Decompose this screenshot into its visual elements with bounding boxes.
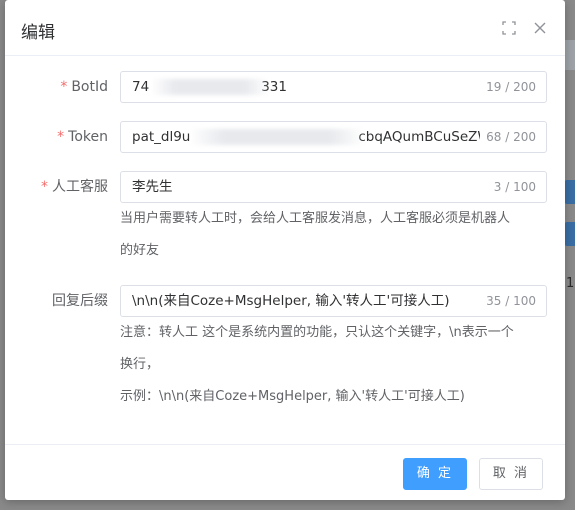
- agent-label: * 人工客服: [41, 179, 108, 195]
- suffix-char-count: 35 / 100: [482, 286, 536, 316]
- suffix-input[interactable]: \n\n(来自Coze+MsgHelper, 输入'转人工'可接人工) 35 /…: [120, 285, 547, 317]
- close-icon[interactable]: [533, 20, 547, 34]
- background-button-edge: [565, 180, 575, 204]
- botid-label: * BotId: [60, 79, 108, 95]
- botid-input[interactable]: 74 331 19 / 200: [120, 71, 547, 103]
- redaction-blur: [189, 129, 365, 145]
- suffix-hint-line: 换行，: [120, 357, 160, 372]
- agent-hint-line: 的好友: [120, 243, 160, 258]
- suffix-hint-line: 注意：转人工 这个是系统内置的功能，只认这个关键字，\n表示一个: [120, 325, 514, 340]
- confirm-button[interactable]: 确 定: [403, 458, 467, 490]
- required-asterisk: *: [41, 179, 48, 195]
- background-panel-edge: [565, 40, 575, 70]
- cancel-button[interactable]: 取 消: [479, 458, 543, 490]
- token-label: * Token: [57, 129, 108, 145]
- suffix-value: \n\n(来自Coze+MsgHelper, 输入'转人工'可接人工): [132, 293, 450, 309]
- edit-dialog: 编辑 * BotId 74 331 19 / 200 * Token pat_dl9u…: [5, 0, 565, 500]
- agent-input[interactable]: 李先生 3 / 100: [120, 171, 547, 203]
- required-asterisk: *: [57, 129, 65, 145]
- botid-char-count: 19 / 200: [482, 72, 536, 102]
- suffix-hint-line: 示例：\n\n(来自Coze+MsgHelper, 输入'转人工'可接人工): [120, 389, 465, 404]
- required-asterisk: *: [60, 79, 68, 95]
- dialog-header: 编辑: [5, 0, 565, 56]
- suffix-label: 回复后缀: [52, 293, 108, 309]
- background-text: 10: [566, 276, 575, 291]
- agent-value: 李先生: [132, 179, 173, 195]
- token-input[interactable]: pat_dl9u cbqAQumBCuSeZW 68 / 200: [120, 121, 547, 153]
- dialog-title: 编辑: [21, 23, 55, 43]
- background-button-edge: [565, 222, 575, 246]
- fullscreen-icon[interactable]: [502, 20, 516, 35]
- token-char-count: 68 / 200: [482, 122, 536, 152]
- redaction-blur: [151, 79, 269, 95]
- dialog-footer: 确 定 取 消: [5, 444, 565, 500]
- agent-char-count: 3 / 100: [489, 172, 536, 202]
- agent-hint-line: 当用户需要转人工时，会给人工客服发消息，人工客服必须是机器人: [120, 211, 511, 226]
